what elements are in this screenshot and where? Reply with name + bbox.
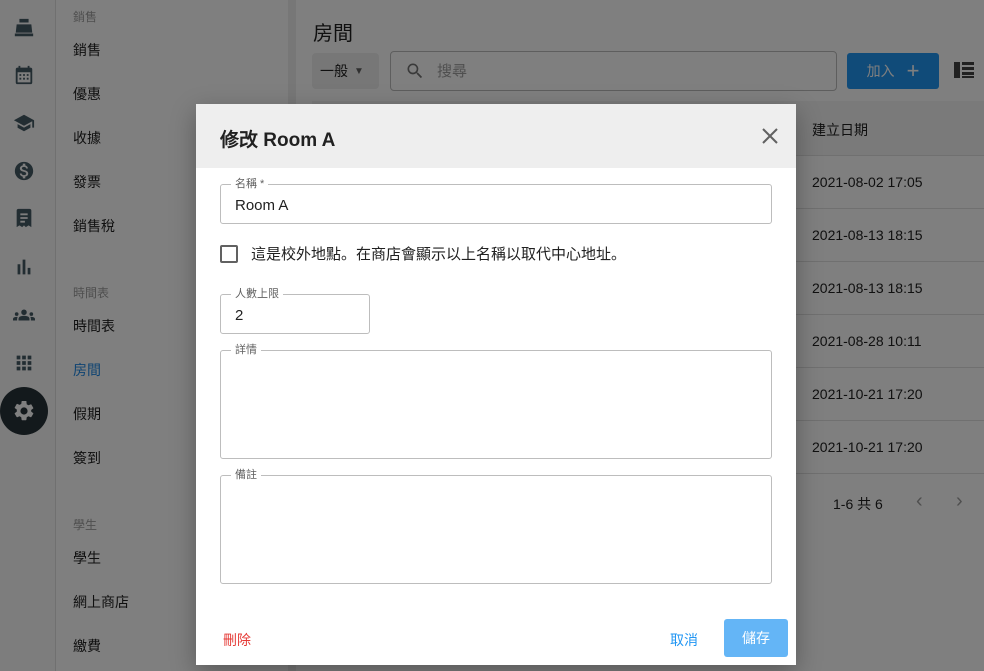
- save-button[interactable]: 儲存: [724, 619, 788, 657]
- edit-room-dialog: 修改 Room A 名稱 * Room A 這是校外地點。在商店會顯示以上名稱以…: [196, 104, 796, 665]
- details-field-label: 詳情: [231, 344, 261, 356]
- name-field-label: 名稱 *: [231, 178, 269, 190]
- capacity-field[interactable]: 人數上限 2: [220, 288, 370, 334]
- name-field[interactable]: 名稱 * Room A: [220, 178, 772, 224]
- capacity-field-label: 人數上限: [231, 288, 283, 300]
- offsite-checkbox[interactable]: [220, 244, 238, 263]
- details-field[interactable]: 詳情: [220, 344, 772, 459]
- dialog-header: 修改 Room A: [196, 104, 796, 168]
- offsite-checkbox-label[interactable]: 這是校外地點。在商店會顯示以上名稱以取代中心地址。: [251, 243, 626, 264]
- close-icon[interactable]: [761, 127, 779, 145]
- name-field-value[interactable]: Room A: [235, 197, 288, 214]
- remarks-field[interactable]: 備註: [220, 469, 772, 584]
- dialog-title: 修改 Room A: [220, 130, 336, 151]
- remarks-field-label: 備註: [231, 469, 261, 481]
- cancel-button[interactable]: 取消: [670, 630, 698, 650]
- capacity-field-value[interactable]: 2: [235, 307, 243, 324]
- offsite-checkbox-row[interactable]: 這是校外地點。在商店會顯示以上名稱以取代中心地址。: [220, 243, 626, 264]
- delete-button[interactable]: 刪除: [223, 630, 251, 650]
